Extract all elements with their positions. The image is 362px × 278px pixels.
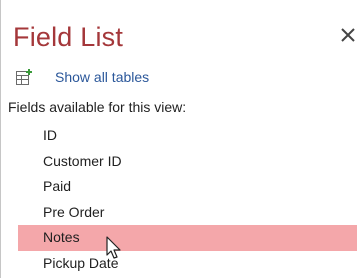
field-item-pre-order[interactable]: Pre Order [1, 200, 362, 226]
field-item-notes[interactable]: Notes [18, 225, 357, 251]
pane-title: Field List [13, 22, 124, 52]
field-item-id[interactable]: ID [1, 123, 362, 149]
fields-available-label: Fields available for this view: [8, 99, 187, 115]
show-all-tables-link[interactable]: Show all tables [15, 66, 149, 88]
show-all-tables-label: Show all tables [55, 69, 150, 85]
table-add-icon [16, 69, 32, 85]
field-list-pane: Field List Show all tables Fields availa… [0, 0, 362, 278]
field-item-customer-id[interactable]: Customer ID [1, 149, 362, 175]
close-icon[interactable] [339, 26, 357, 44]
field-item-pickup-date[interactable]: Pickup Date [1, 251, 362, 277]
field-item-paid[interactable]: Paid [1, 174, 362, 200]
field-list: ID Customer ID Paid Pre Order Notes Pick… [1, 123, 362, 276]
